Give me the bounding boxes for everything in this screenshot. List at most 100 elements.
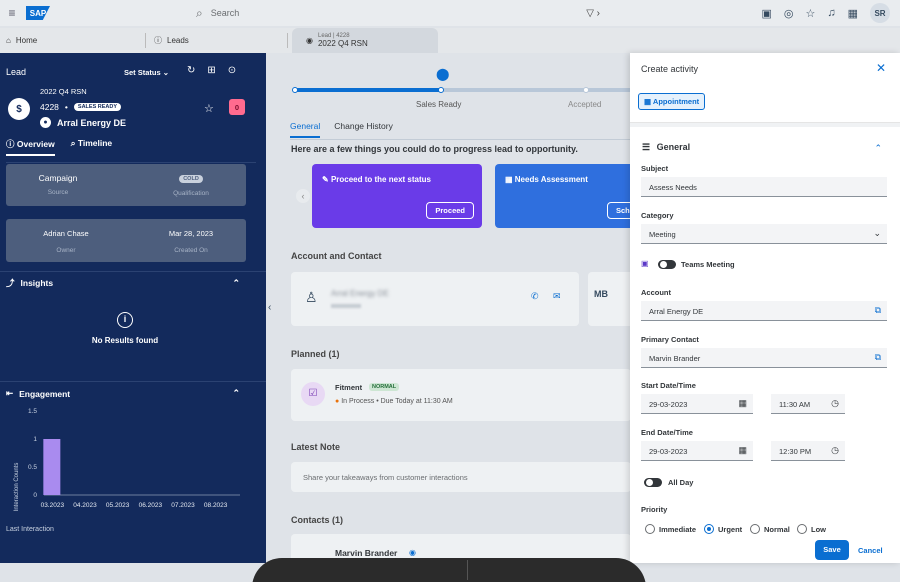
close-icon[interactable]: ✕ — [876, 61, 886, 75]
end-time-field[interactable]: 12:30 PM ◷ — [771, 441, 845, 461]
priority-immediate[interactable]: Immediate — [645, 524, 696, 534]
star-icon[interactable]: ☆ — [805, 7, 815, 20]
teams-toggle[interactable] — [658, 260, 676, 269]
y-axis-label: Interaction Counts — [14, 463, 20, 512]
stage-dot[interactable] — [438, 87, 444, 93]
tab-timeline[interactable]: ⌕ Timeline — [71, 138, 112, 156]
engagement-header[interactable]: ⇤ Engagement ⌃ — [6, 388, 246, 399]
stage-dot[interactable] — [583, 87, 589, 93]
subject-value: Assess Needs — [649, 183, 697, 192]
tab-leads[interactable]: ⓘ Leads — [154, 28, 288, 53]
menu-icon[interactable]: ≡ — [0, 6, 24, 20]
tab-home-label: Home — [15, 36, 38, 45]
clock-icon[interactable]: ◷ — [831, 445, 839, 456]
value-help-icon[interactable]: ⧉ — [875, 305, 881, 316]
account-row[interactable]: ● Arral Energy DE — [40, 117, 126, 128]
clock-icon[interactable]: ◷ — [831, 398, 839, 409]
general-section[interactable]: ☰ General — [642, 142, 690, 153]
start-date-field[interactable]: 29-03-2023 ▦ — [641, 394, 753, 414]
info-icon: i — [117, 312, 133, 328]
insights-label: Insights — [20, 278, 54, 288]
start-time-field[interactable]: 11:30 AM ◷ — [771, 394, 845, 414]
favorite-icon[interactable]: ☆ — [204, 102, 214, 115]
owner-label: Owner — [56, 247, 76, 254]
insights-header[interactable]: ⤴ Insights ⌃ — [6, 277, 246, 289]
appointment-button[interactable]: ▦ Appointment — [638, 93, 706, 110]
grid-icon[interactable]: ▦ — [848, 7, 858, 20]
chevron-up-icon[interactable]: ⌃ — [874, 143, 882, 154]
phone-icon[interactable]: ✆ — [531, 291, 539, 302]
account-card[interactable]: ♙ Arral Energy DE ✆ ✉ — [291, 272, 579, 326]
calendar-icon[interactable]: ▦ — [738, 445, 747, 456]
bell-icon[interactable]: ♫ — [827, 7, 835, 19]
created-value: Mar 28, 2023 — [168, 229, 214, 238]
stage-accepted: Accepted — [568, 100, 602, 109]
schedule-button[interactable]: Sch — [607, 202, 630, 219]
tab-overview[interactable]: ⓘ Overview — [6, 138, 55, 156]
start-label: Start Date/Time — [641, 381, 696, 390]
account-field[interactable]: Arral Energy DE ⧉ — [641, 301, 887, 321]
engagement-label: Engagement — [19, 388, 71, 399]
needs-assessment-title-text: Needs Assessment — [514, 175, 588, 184]
stage-sales-ready: Sales Ready — [416, 100, 462, 109]
collapse-sidebar-icon[interactable]: ‹ — [268, 302, 271, 313]
calendar-icon[interactable]: ▦ — [738, 398, 747, 409]
priority-immediate-label: Immediate — [659, 524, 697, 534]
last-interaction-label: Last Interaction — [6, 526, 54, 533]
save-button[interactable]: Save — [815, 540, 849, 560]
headset-icon[interactable]: ◎ — [784, 7, 794, 20]
status-badge: SALES READY — [73, 103, 122, 111]
category-select[interactable]: Meeting ⌄ — [641, 224, 887, 244]
tab-leads-label: Leads — [167, 36, 189, 45]
search-bar[interactable]: ⌕ Search ▽ › — [196, 4, 606, 22]
search-input[interactable]: Search — [211, 8, 240, 18]
chat-icon[interactable]: ▣ — [761, 7, 771, 20]
subject-field[interactable]: Assess Needs — [641, 177, 887, 197]
end-time-value: 12:30 PM — [779, 447, 812, 456]
contact-initials: MB — [594, 289, 608, 299]
campaign-block: Campaign Source — [26, 173, 90, 196]
detail-tabs: General Change History — [290, 121, 393, 138]
owner-card: Adrian Chase Owner Mar 28, 2023 Created … — [6, 219, 246, 262]
planned-heading: Planned (1) — [291, 349, 340, 359]
proceed-card-title: ✎ Proceed to the next status — [322, 175, 431, 184]
contact-card[interactable]: MB — [588, 272, 630, 326]
tab-divider — [287, 33, 288, 48]
note-input[interactable]: Share your takeaways from customer inter… — [291, 462, 630, 492]
proceed-button[interactable]: Proceed — [426, 202, 474, 219]
tab-change-history[interactable]: Change History — [334, 121, 393, 138]
header-actions: ↻ ⊞ ⊙ — [187, 65, 236, 76]
set-status-button[interactable]: Set Status ⌄ — [124, 68, 169, 77]
avatar[interactable]: SR — [870, 3, 890, 23]
scroll-left-icon[interactable]: ‹ — [296, 189, 310, 203]
primary-contact-field[interactable]: Marvin Brander ⧉ — [641, 348, 887, 368]
end-date-field[interactable]: 29-03-2023 ▦ — [641, 441, 753, 461]
category-value: Meeting — [649, 230, 676, 239]
refresh-icon[interactable]: ↻ — [187, 65, 195, 76]
priority-low-label: Low — [811, 524, 826, 534]
tab-bar: ⌂ Home ⓘ Leads ◉ Lead | 4228 2022 Q4 RSN — [0, 28, 900, 53]
tab-home[interactable]: ⌂ Home — [6, 28, 146, 53]
priority-urgent[interactable]: Urgent — [704, 524, 742, 534]
all-day-toggle[interactable] — [644, 478, 662, 487]
email-icon[interactable]: ✉ — [553, 291, 561, 302]
tab-lead-4228[interactable]: ◉ Lead | 4228 2022 Q4 RSN — [292, 28, 438, 53]
y-tick-label: 1.5 — [28, 408, 37, 415]
priority-low[interactable]: Low — [797, 524, 826, 534]
dock-divider — [467, 560, 468, 580]
chevron-up-icon[interactable]: ⌃ — [232, 388, 240, 399]
notification-count[interactable]: 0 — [229, 99, 245, 115]
filter-icon[interactable]: ▽ › — [586, 8, 600, 19]
start-time-value: 11:30 AM — [779, 400, 811, 409]
stage-dot[interactable] — [292, 87, 298, 93]
lead-tab-text: Lead | 4228 2022 Q4 RSN — [318, 33, 368, 48]
value-help-icon[interactable]: ⧉ — [875, 352, 881, 363]
planned-card[interactable]: ☑ Fitment NORMAL ● In Process • Due Toda… — [291, 369, 630, 421]
hierarchy-icon[interactable]: ⊞ — [207, 65, 215, 76]
chevron-up-icon[interactable]: ⌃ — [232, 278, 240, 289]
priority-normal[interactable]: Normal — [750, 524, 790, 534]
cancel-button[interactable]: Cancel — [858, 546, 883, 555]
tab-general[interactable]: General — [290, 121, 321, 138]
account-contact-heading: Account and Contact — [291, 251, 382, 261]
more-icon[interactable]: ⊙ — [228, 65, 236, 76]
